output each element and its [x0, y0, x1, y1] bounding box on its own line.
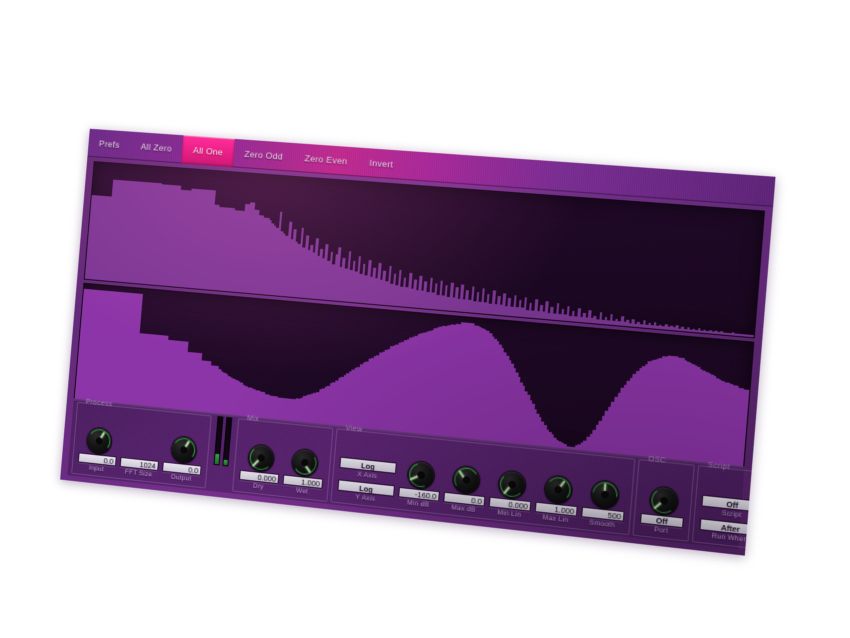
group-osc: OSC Off Port — [632, 456, 695, 542]
y-axis-select[interactable]: Log — [337, 479, 395, 497]
smooth-label: Smooth — [588, 519, 616, 530]
script-label: Script — [721, 509, 742, 520]
param-1-value[interactable]: 0.0 — [765, 526, 776, 543]
screenshot-stage: Prefs All Zero All One Zero Odd Zero Eve… — [0, 0, 850, 638]
y-axis-label: Y Axis — [355, 493, 376, 504]
input-label: Input — [88, 464, 105, 474]
group-view: View Log X Axis Log Y Axis -160.0 Min dB… — [330, 425, 636, 536]
run-when-select[interactable]: After — [699, 518, 762, 537]
wet-label: Wet — [295, 487, 309, 496]
control-min-db[interactable]: -160.0 Min dB — [397, 458, 442, 510]
osc-port-label: Port — [653, 526, 669, 536]
control-output[interactable]: 0.0 Output — [161, 435, 204, 484]
toolbar-button-invert[interactable]: Invert — [357, 148, 405, 180]
max-db-label: Max dB — [450, 504, 476, 515]
group-mix: Mix 0.000 Dry 1.000 Wet — [232, 415, 334, 502]
spectrum-bars — [84, 162, 764, 337]
toolbar-button-prefs[interactable]: Prefs — [87, 129, 131, 160]
min-lin-value[interactable]: 0.000 — [488, 496, 532, 512]
level-meters — [210, 416, 235, 469]
control-osc-port[interactable]: Off Port — [639, 485, 686, 537]
group-label-view: View — [345, 425, 363, 434]
control-smooth[interactable]: 500 Smooth — [580, 477, 626, 530]
output-label: Output — [170, 473, 192, 483]
param-1-knob[interactable] — [774, 499, 776, 530]
param-1-label: Param 1 — [772, 539, 776, 550]
group-label-mix: Mix — [246, 415, 260, 424]
run-when-label: Run When — [711, 532, 748, 544]
toolbar-button-zero-even[interactable]: Zero Even — [293, 143, 360, 176]
script-selects: Off Script After Run When — [699, 494, 764, 546]
group-label-process: Process — [85, 398, 113, 409]
toolbar-button-all-one[interactable]: All One — [181, 135, 235, 168]
fft-size-value[interactable]: 1024 — [119, 456, 159, 472]
group-label-osc: OSC — [648, 455, 667, 465]
group-script: Script Off Script After Run When — [691, 462, 776, 556]
wet-knob[interactable] — [290, 448, 319, 478]
control-run-when[interactable]: After Run When — [699, 518, 762, 545]
min-db-label: Min dB — [406, 499, 430, 509]
x-axis-select[interactable]: Log — [339, 456, 397, 474]
control-input[interactable]: 0.0 Input — [77, 426, 119, 474]
waveform-bars — [74, 283, 754, 468]
wet-value[interactable]: 1.000 — [282, 474, 324, 489]
smooth-value[interactable]: 500 — [581, 506, 625, 522]
osc-port-knob[interactable] — [648, 486, 679, 516]
control-max-db[interactable]: 0.0 Max dB — [442, 464, 487, 515]
dry-label: Dry — [252, 482, 264, 491]
max-lin-knob[interactable] — [543, 475, 573, 505]
plugin-window: Prefs All Zero All One Zero Odd Zero Eve… — [60, 128, 776, 556]
script-select[interactable]: Off — [701, 494, 764, 513]
input-value[interactable]: 0.0 — [77, 452, 117, 467]
min-db-knob[interactable] — [404, 458, 437, 492]
control-param-1[interactable]: 0.0 Param 1 — [764, 498, 776, 550]
control-script[interactable]: Off Script — [701, 494, 764, 522]
output-value[interactable]: 0.0 — [162, 461, 202, 476]
view-axis-selects: Log X Axis Log Y Axis — [337, 456, 397, 505]
max-db-knob[interactable] — [451, 464, 481, 495]
spectrum-analyzer-display[interactable] — [83, 161, 766, 338]
plugin-window-wrapper: Prefs All Zero All One Zero Odd Zero Eve… — [60, 128, 776, 556]
min-lin-knob[interactable] — [497, 470, 526, 500]
perspective-container: Prefs All Zero All One Zero Odd Zero Eve… — [0, 0, 850, 638]
control-max-lin[interactable]: 1.000 Max Lin — [534, 474, 580, 525]
group-label-script: Script — [707, 461, 731, 472]
dry-knob[interactable] — [247, 443, 275, 473]
control-min-lin[interactable]: 0.000 Min Lin — [488, 469, 534, 520]
osc-port-value[interactable]: Off — [639, 512, 684, 529]
output-knob[interactable] — [170, 435, 197, 464]
control-dry[interactable]: 0.000 Dry — [238, 443, 281, 492]
level-meter-left — [213, 416, 224, 466]
x-axis-label: X Axis — [356, 470, 378, 481]
max-lin-label: Max Lin — [542, 514, 569, 525]
max-lin-value[interactable]: 1.000 — [534, 501, 578, 517]
toolbar-button-zero-odd[interactable]: Zero Odd — [232, 139, 295, 172]
control-strip: Process 0.0 Input 1024 FFT Size 0.0 Outp… — [67, 398, 776, 556]
waveform-display[interactable] — [73, 282, 755, 469]
group-process: Process 0.0 Input 1024 FFT Size 0.0 Outp… — [71, 399, 212, 489]
input-knob[interactable] — [85, 427, 112, 455]
control-wet[interactable]: 1.000 Wet — [282, 448, 326, 497]
control-y-axis[interactable]: Log Y Axis — [337, 479, 395, 505]
fft-size-label: FFT Size — [124, 468, 153, 479]
toolbar-button-all-zero[interactable]: All Zero — [129, 132, 184, 164]
dry-value[interactable]: 0.000 — [238, 469, 280, 485]
control-x-axis[interactable]: Log X Axis — [339, 456, 397, 483]
toolbar: Prefs All Zero All One Zero Odd Zero Eve… — [87, 128, 776, 207]
level-meter-right — [222, 416, 233, 467]
max-db-value[interactable]: 0.0 — [443, 491, 486, 507]
min-db-value[interactable]: -160.0 — [398, 486, 440, 502]
min-lin-label: Min Lin — [497, 509, 522, 520]
smooth-knob[interactable] — [587, 477, 622, 512]
control-fft-size[interactable]: 1024 FFT Size — [119, 431, 161, 479]
graph-area — [73, 161, 766, 469]
